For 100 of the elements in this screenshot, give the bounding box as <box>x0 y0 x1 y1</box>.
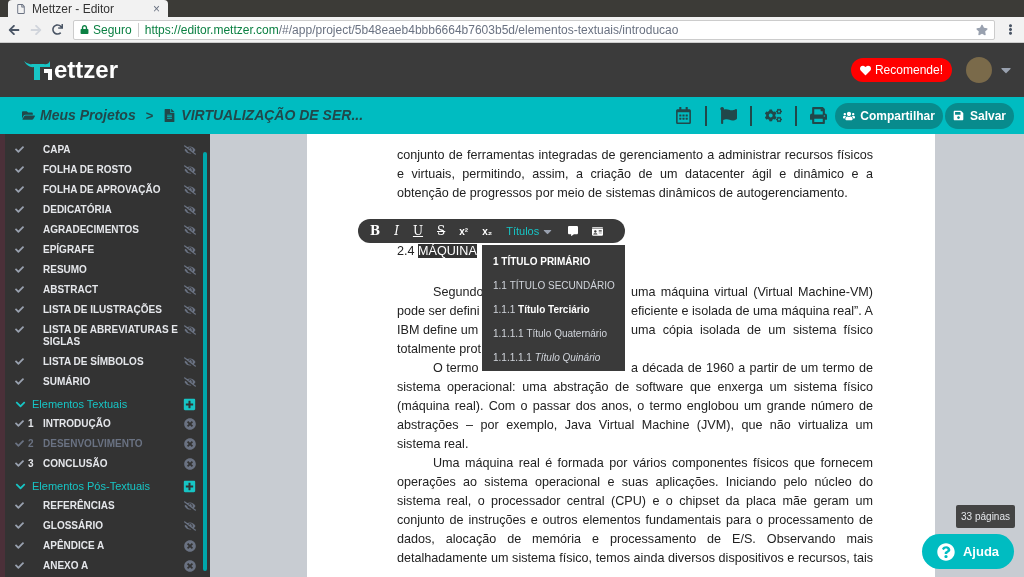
item-number: 1 <box>28 418 35 430</box>
settings-icon[interactable] <box>765 107 783 124</box>
sidebar-item[interactable]: CAPA <box>43 144 184 156</box>
bookmark-icon[interactable] <box>976 23 988 36</box>
text-fragment: totalmente prot <box>397 340 481 358</box>
remove-icon[interactable] <box>184 438 196 450</box>
hide-icon[interactable] <box>184 224 196 236</box>
sidebar-item[interactable]: LISTA DE ABREVIATURAS E SIGLAS <box>43 324 184 348</box>
hide-icon[interactable] <box>184 500 196 512</box>
sidebar-item[interactable]: REFERÊNCIAS <box>43 500 184 512</box>
logo-text: ettzer <box>54 59 119 81</box>
sidebar-item[interactable]: INTRODUÇÃO <box>43 418 184 430</box>
help-icon <box>936 542 955 561</box>
format-button[interactable]: I <box>394 222 399 240</box>
recommend-button[interactable]: Recomende! <box>850 58 952 82</box>
avatar[interactable] <box>966 57 992 83</box>
selected-text: MÁQUINA <box>418 243 477 258</box>
hide-icon[interactable] <box>184 184 196 196</box>
print-icon[interactable] <box>810 107 828 124</box>
sidebar-item[interactable]: ABSTRACT <box>43 284 184 296</box>
sidebar-item[interactable]: RESUMO <box>43 264 184 276</box>
menu-item[interactable]: 1.1.1.1.1 Título Quinário <box>482 345 625 369</box>
text-line: conjunto de instruções e outros elementos fundamentais para o processamento de <box>397 511 873 529</box>
remove-icon[interactable] <box>184 458 196 470</box>
close-tab-button[interactable]: × <box>153 0 160 18</box>
menu-item[interactable]: 1.1.1.1 Título Quaternário <box>482 321 625 345</box>
add-icon[interactable] <box>183 397 196 411</box>
check-icon <box>15 459 24 468</box>
format-button[interactable]: S <box>437 222 446 240</box>
sidebar-item[interactable]: FOLHA DE ROSTO <box>43 164 184 176</box>
url-text: https://editor.mettzer.com/#/app/project/5b48eaeb4bbb6664b7603b5d/elementos-textuais/introducao <box>144 21 679 39</box>
heading-number: 2.4 <box>397 243 415 258</box>
calendar-icon[interactable] <box>675 107 693 124</box>
breadcrumb-separator: > <box>145 106 154 125</box>
comment-icon[interactable] <box>568 226 579 236</box>
sidebar-item[interactable]: SUMÁRIO <box>43 376 184 388</box>
document-icon <box>163 109 177 122</box>
hide-icon[interactable] <box>184 144 196 156</box>
remove-icon[interactable] <box>184 418 196 430</box>
breadcrumb-link[interactable]: Meus Projetos <box>40 105 136 126</box>
menu-item[interactable]: 1.1.1 Título Terciário <box>482 297 625 321</box>
format-button[interactable]: x² <box>459 223 469 239</box>
hide-icon[interactable] <box>184 304 196 316</box>
logo-icon <box>22 59 54 81</box>
sidebar-item[interactable]: DEDICATÓRIA <box>43 204 184 216</box>
hide-icon[interactable] <box>184 204 196 216</box>
sidebar-item[interactable]: LISTA DE ILUSTRAÇÕES <box>43 304 184 316</box>
address-bar[interactable]: Seguro https://editor.mettzer.com/#/app/project/5b48eaeb4bbb6664b7603b5d/elementos-textuais/introducao <box>73 19 995 40</box>
sidebar-item[interactable]: CONCLUSÃO <box>43 458 184 470</box>
check-icon <box>15 541 24 550</box>
check-icon <box>15 245 24 254</box>
sidebar-item[interactable]: GLOSSÁRIO <box>43 520 184 532</box>
text-line: dados, alocação de memória e processamento de E/S. Observando mais <box>397 530 873 548</box>
remove-icon[interactable] <box>184 560 196 572</box>
check-icon <box>15 165 24 174</box>
menu-item[interactable]: 1.1 TÍTULO SECUNDÁRIO <box>482 273 625 297</box>
text-fragment: Segundo <box>432 283 484 301</box>
text-line: obtenção de progressos por meio de sistemas dinâmicos de autogerenciamento. <box>397 184 849 202</box>
check-icon <box>15 357 24 366</box>
hide-icon[interactable] <box>184 284 196 296</box>
back-icon[interactable] <box>8 23 20 36</box>
menu-item[interactable]: 1 TÍTULO PRIMÁRIO <box>482 249 625 273</box>
text-line: Uma máquina real é formada por vários componentes físicos que fornecem <box>432 454 873 472</box>
section-title[interactable]: Elementos Pós-Textuais <box>32 477 150 495</box>
check-icon <box>15 419 24 428</box>
check-icon <box>15 265 24 274</box>
section-title[interactable]: Elementos Textuais <box>32 395 128 413</box>
sidebar-item[interactable]: LISTA DE SÍMBOLOS <box>43 356 184 368</box>
text-fragment: uma cópia isolada de um sistema físico <box>631 321 873 339</box>
hide-icon[interactable] <box>184 520 196 532</box>
hide-icon[interactable] <box>184 264 196 276</box>
page-icon <box>16 3 26 14</box>
text-line: sistema real. <box>397 435 470 453</box>
save-button[interactable]: Salvar <box>944 102 1014 129</box>
check-icon <box>15 501 24 510</box>
hide-icon[interactable] <box>184 244 196 256</box>
headings-dropdown[interactable]: Títulos <box>506 222 555 240</box>
remove-icon[interactable] <box>184 540 196 552</box>
hide-icon[interactable] <box>184 376 196 388</box>
format-button[interactable]: U <box>412 222 424 240</box>
browser-tab[interactable]: Mettzer - Editor × <box>8 0 168 17</box>
share-button[interactable]: Compartilhar <box>835 102 943 129</box>
sidebar-item[interactable]: ANEXO A <box>43 560 184 572</box>
page-count-tooltip: 33 páginas <box>956 505 1015 528</box>
hide-icon[interactable] <box>184 356 196 368</box>
sidebar-item[interactable]: FOLHA DE APROVAÇÃO <box>43 184 184 196</box>
folder-icon <box>22 109 35 122</box>
reload-icon[interactable] <box>52 24 63 35</box>
format-button[interactable]: x₂ <box>482 223 493 239</box>
flag-icon[interactable] <box>720 107 738 124</box>
text-fragment: O termo <box>432 359 479 377</box>
hide-icon[interactable] <box>184 324 196 336</box>
sidebar-item[interactable]: AGRADECIMENTOS <box>43 224 184 236</box>
format-button[interactable]: B <box>370 222 381 240</box>
hide-icon[interactable] <box>184 164 196 176</box>
add-icon[interactable] <box>183 479 196 493</box>
text-line: abstrações – por exemplo, Java Virtual Machine (JVM), que não virtualiza um <box>397 416 873 434</box>
save-icon <box>952 110 964 121</box>
sidebar-item[interactable]: APÊNDICE A <box>43 540 184 552</box>
sidebar-item[interactable]: EPÍGRAFE <box>43 244 184 256</box>
